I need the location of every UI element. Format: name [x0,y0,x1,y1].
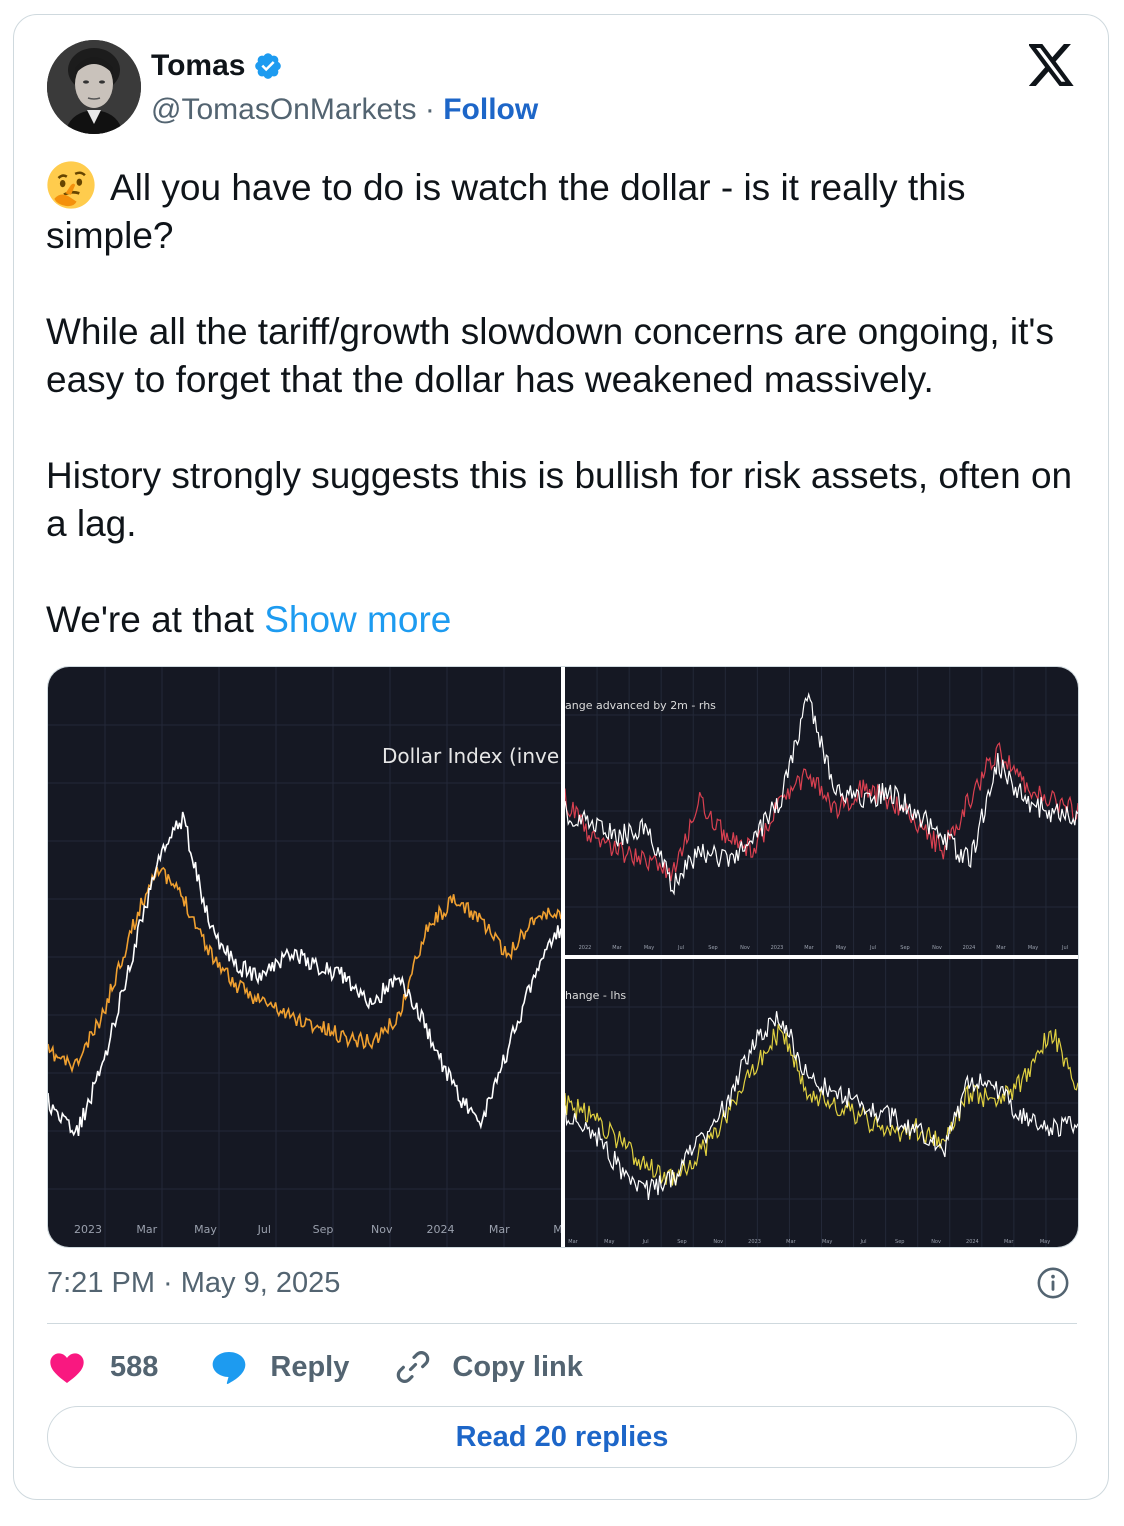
reply-bubble-icon [213,1352,246,1384]
x-tick-label: Jul [869,945,876,951]
media-grid[interactable]: Dollar Index (inve 2023 Mar May Jul Sep Nov 20… [47,666,1079,1248]
x-tick-label: 2024 [963,945,976,951]
chart-left-series-white [48,811,561,1137]
chart-image-left[interactable]: Dollar Index (inve 2023 Mar May Jul Sep Nov 20… [48,667,561,1247]
x-tick-label: Jul [642,1239,649,1245]
x-tick-label: Mar [489,1223,510,1236]
reply-button[interactable]: Reply [208,1347,349,1387]
x-tick-label: Sep [900,945,909,951]
x-tick-label: Mar [136,1223,157,1236]
read-replies-button[interactable]: Read 20 replies [47,1406,1077,1468]
x-tick-label: May [1040,1239,1050,1245]
x-tick-label: May [836,945,846,951]
author-handle-row: @TomasOnMarkets · Follow [151,92,538,128]
author-name-row[interactable]: Tomas [151,48,283,84]
tweet-paragraph-3: History strongly suggests this is bullis… [46,455,1073,544]
x-tick-label: Nov [740,945,750,951]
reply-label: Reply [270,1350,350,1383]
divider [47,1323,1077,1324]
x-tick-label: 2023 [74,1223,102,1236]
x-tick-label: Mar [612,945,622,951]
x-tick-label: Mar [568,1239,578,1245]
x-tick-label: Jul [257,1223,271,1236]
x-tick-label: 2023 [748,1239,761,1245]
chart-left-series-orange [48,866,561,1074]
action-bar: 588 Reply Copy link [47,1345,583,1389]
x-tick-label: Mar [786,1239,796,1245]
avatar-photo [47,40,141,134]
chart-left-svg: Dollar Index (inve 2023 Mar May Jul Sep Nov 20… [48,667,561,1247]
x-tick-label: 2024 [966,1239,979,1245]
x-tick-label: Nov [932,945,942,951]
x-tick-label: Sep [313,1223,334,1236]
x-tick-label: May [822,1239,832,1245]
chart-br-svg: hange - lhs Mar May Jul Sep Nov 2023 Mar May Jul… [565,959,1078,1247]
tweet-paragraph-4: We're at that Show more [46,596,1086,644]
copy-link-button[interactable]: Copy link [393,1347,583,1387]
tweet-line-1: All you have to do is watch the dollar -… [46,160,1086,260]
chart-left-title: Dollar Index (inve [382,744,559,768]
x-tick-label: May [1028,945,1038,951]
like-count: 588 [110,1350,159,1383]
thinking-face-emoji-icon [47,161,95,209]
x-tick-label: May [644,945,654,951]
x-logo-icon[interactable] [1029,44,1075,86]
follow-button[interactable]: Follow [443,93,538,126]
x-tick-label: 2024 [427,1223,455,1236]
x-tick-label: Mar [804,945,814,951]
info-icon[interactable] [1036,1266,1070,1300]
x-tick-label: Nov [713,1239,723,1245]
x-tick-label: Mar [996,945,1006,951]
x-tick-label: Jul [1061,945,1068,951]
x-tick-label: 2023 [771,945,784,951]
chart-image-bottom-right[interactable]: hange - lhs Mar May Jul Sep Nov 2023 Mar May Jul… [565,959,1078,1247]
tweet-text-truncated: We're at that [46,599,254,640]
x-tick-label: Sep [708,945,717,951]
show-more-link[interactable]: Show more [264,599,451,640]
x-tick-label: Jul [859,1239,866,1245]
verified-badge-icon [255,53,282,79]
chart-image-top-right[interactable]: ange advanced by 2m - rhs 2022 Mar May Jul S… [565,667,1078,955]
avatar[interactable] [47,40,141,134]
chart-br-title: hange - lhs [565,989,626,1002]
x-tick-label: May [194,1223,217,1236]
like-button[interactable]: 588 [47,1347,158,1387]
x-tick-label: Jul [677,945,684,951]
copy-link-label: Copy link [452,1350,583,1383]
chart-tr-title: ange advanced by 2m - rhs [565,699,716,712]
tweet-body: All you have to do is watch the dollar -… [46,160,1086,644]
handle-separator: · [424,93,435,126]
tweet-text-line-1: All you have to do is watch the dollar -… [46,167,966,256]
chart-tr-svg: ange advanced by 2m - rhs 2022 Mar May Jul S… [565,667,1078,955]
x-tick-label: Sep [677,1239,686,1245]
x-tick-label: Mar [1004,1239,1014,1245]
tweet-timestamp[interactable]: 7:21 PM · May 9, 2025 [47,1265,340,1301]
x-tick-label: May [604,1239,614,1245]
x-tick-label: Sep [895,1239,904,1245]
author-name[interactable]: Tomas [151,48,245,84]
x-tick-label: Nov [371,1223,393,1236]
tweet-paragraph-2: While all the tariff/growth slowdown con… [46,311,1054,400]
x-tick-label: M [553,1223,561,1236]
heart-icon [50,1353,84,1383]
x-tick-label: Nov [931,1239,941,1245]
link-icon [397,1351,430,1383]
x-tick-label: 2022 [579,945,592,951]
author-handle[interactable]: @TomasOnMarkets [151,93,417,126]
